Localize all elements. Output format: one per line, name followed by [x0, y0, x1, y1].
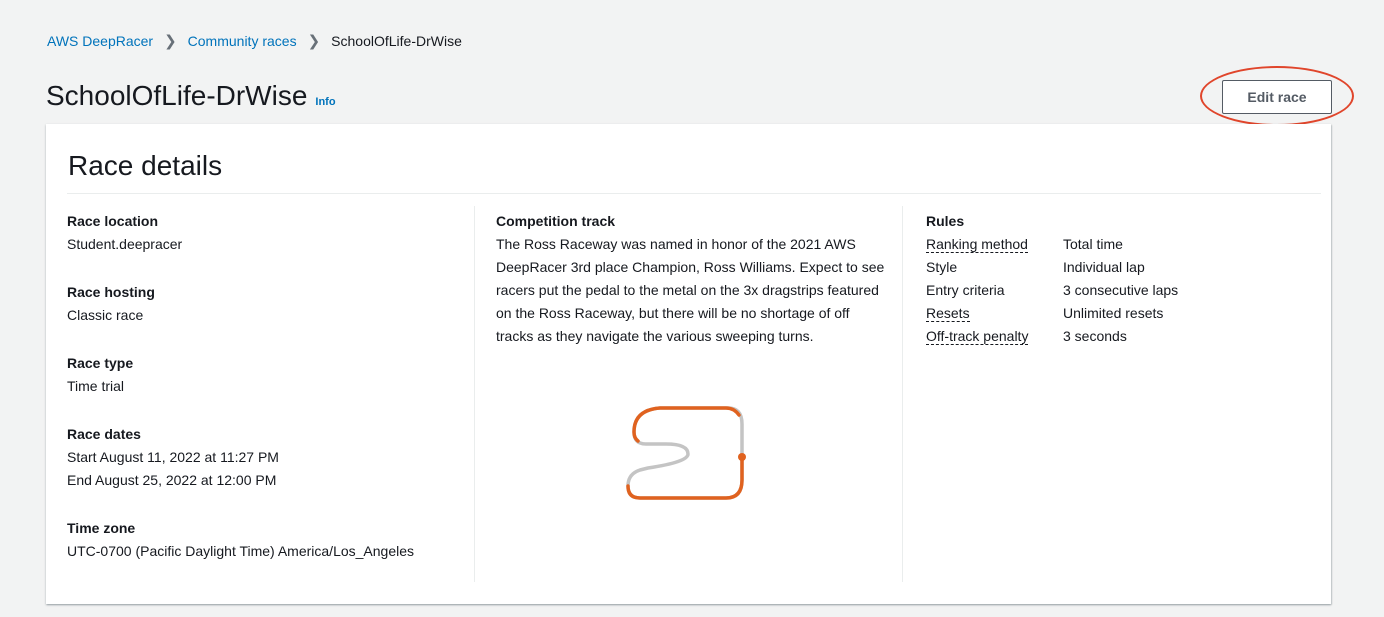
- rule-value-ranking-method: Total time: [1063, 236, 1123, 252]
- track-segment-top: [632, 406, 741, 443]
- race-hosting-label: Race hosting: [67, 284, 155, 300]
- competition-track-column: Competition track The Ross Raceway was n…: [496, 210, 888, 348]
- race-details-panel: Race details Race location Student.deepr…: [46, 124, 1331, 604]
- chevron-right-icon: ❯: [164, 33, 177, 50]
- race-start-date: Start August 11, 2022 at 11:27 PM: [67, 449, 279, 465]
- race-dates-field: Race dates Start August 11, 2022 at 11:2…: [67, 423, 414, 492]
- rules-column: Rules Ranking method Total time Style In…: [926, 210, 1178, 348]
- rules-table: Ranking method Total time Style Individu…: [926, 233, 1178, 348]
- track-base-path: [626, 406, 744, 500]
- race-location-label: Race location: [67, 213, 159, 229]
- breadcrumb-link-community-races[interactable]: Community races: [188, 33, 297, 49]
- rule-key-off-track-penalty[interactable]: Off-track penalty: [926, 325, 1063, 348]
- race-hosting-field: Race hosting Classic race: [67, 281, 414, 327]
- page-header: SchoolOfLife-DrWise Info: [46, 80, 336, 112]
- race-info-column: Race location Student.deepracer Race hos…: [67, 210, 414, 588]
- race-location-value: Student.deepracer: [67, 236, 183, 252]
- breadcrumb-link-aws-deepracer[interactable]: AWS DeepRacer: [47, 33, 153, 49]
- race-hosting-value: Classic race: [67, 307, 144, 323]
- chevron-right-icon: ❯: [307, 33, 321, 50]
- race-location-field: Race location Student.deepracer: [67, 210, 414, 256]
- rule-key-style: Style: [926, 259, 958, 275]
- page-title: SchoolOfLife-DrWise: [46, 80, 308, 111]
- rule-key-entry-criteria: Entry criteria: [926, 282, 1005, 298]
- competition-track-label: Competition track: [496, 213, 616, 229]
- track-start-marker: [738, 453, 746, 461]
- time-zone-label: Time zone: [67, 520, 136, 536]
- track-segment-bottom: [626, 455, 744, 500]
- breadcrumb: AWS DeepRacer ❯ Community races ❯ School…: [47, 32, 462, 50]
- race-type-value: Time trial: [67, 378, 125, 394]
- race-end-date: End August 25, 2022 at 12:00 PM: [67, 472, 277, 488]
- rule-key-resets[interactable]: Resets: [926, 302, 1063, 325]
- rules-label: Rules: [926, 213, 965, 229]
- panel-divider: [67, 193, 1321, 194]
- panel-title: Race details: [68, 150, 223, 181]
- race-type-label: Race type: [67, 355, 134, 371]
- column-divider: [474, 206, 475, 582]
- breadcrumb-current: SchoolOfLife-DrWise: [331, 33, 462, 49]
- race-type-field: Race type Time trial: [67, 352, 414, 398]
- info-link[interactable]: Info: [315, 96, 335, 108]
- track-map-image: [626, 406, 746, 500]
- race-dates-label: Race dates: [67, 426, 141, 442]
- rule-key-ranking-method[interactable]: Ranking method: [926, 233, 1063, 256]
- time-zone-value: UTC-0700 (Pacific Daylight Time) America…: [67, 543, 415, 559]
- rule-value-style: Individual lap: [1063, 259, 1145, 275]
- rule-value-entry-criteria: 3 consecutive laps: [1063, 282, 1179, 298]
- rule-value-off-track-penalty: 3 seconds: [1063, 328, 1127, 344]
- column-divider: [902, 206, 903, 582]
- time-zone-field: Time zone UTC-0700 (Pacific Daylight Tim…: [67, 517, 414, 563]
- edit-race-button[interactable]: Edit race: [1222, 80, 1332, 114]
- rule-value-resets: Unlimited resets: [1063, 305, 1164, 321]
- competition-track-description: The Ross Raceway was named in honor of t…: [496, 236, 885, 344]
